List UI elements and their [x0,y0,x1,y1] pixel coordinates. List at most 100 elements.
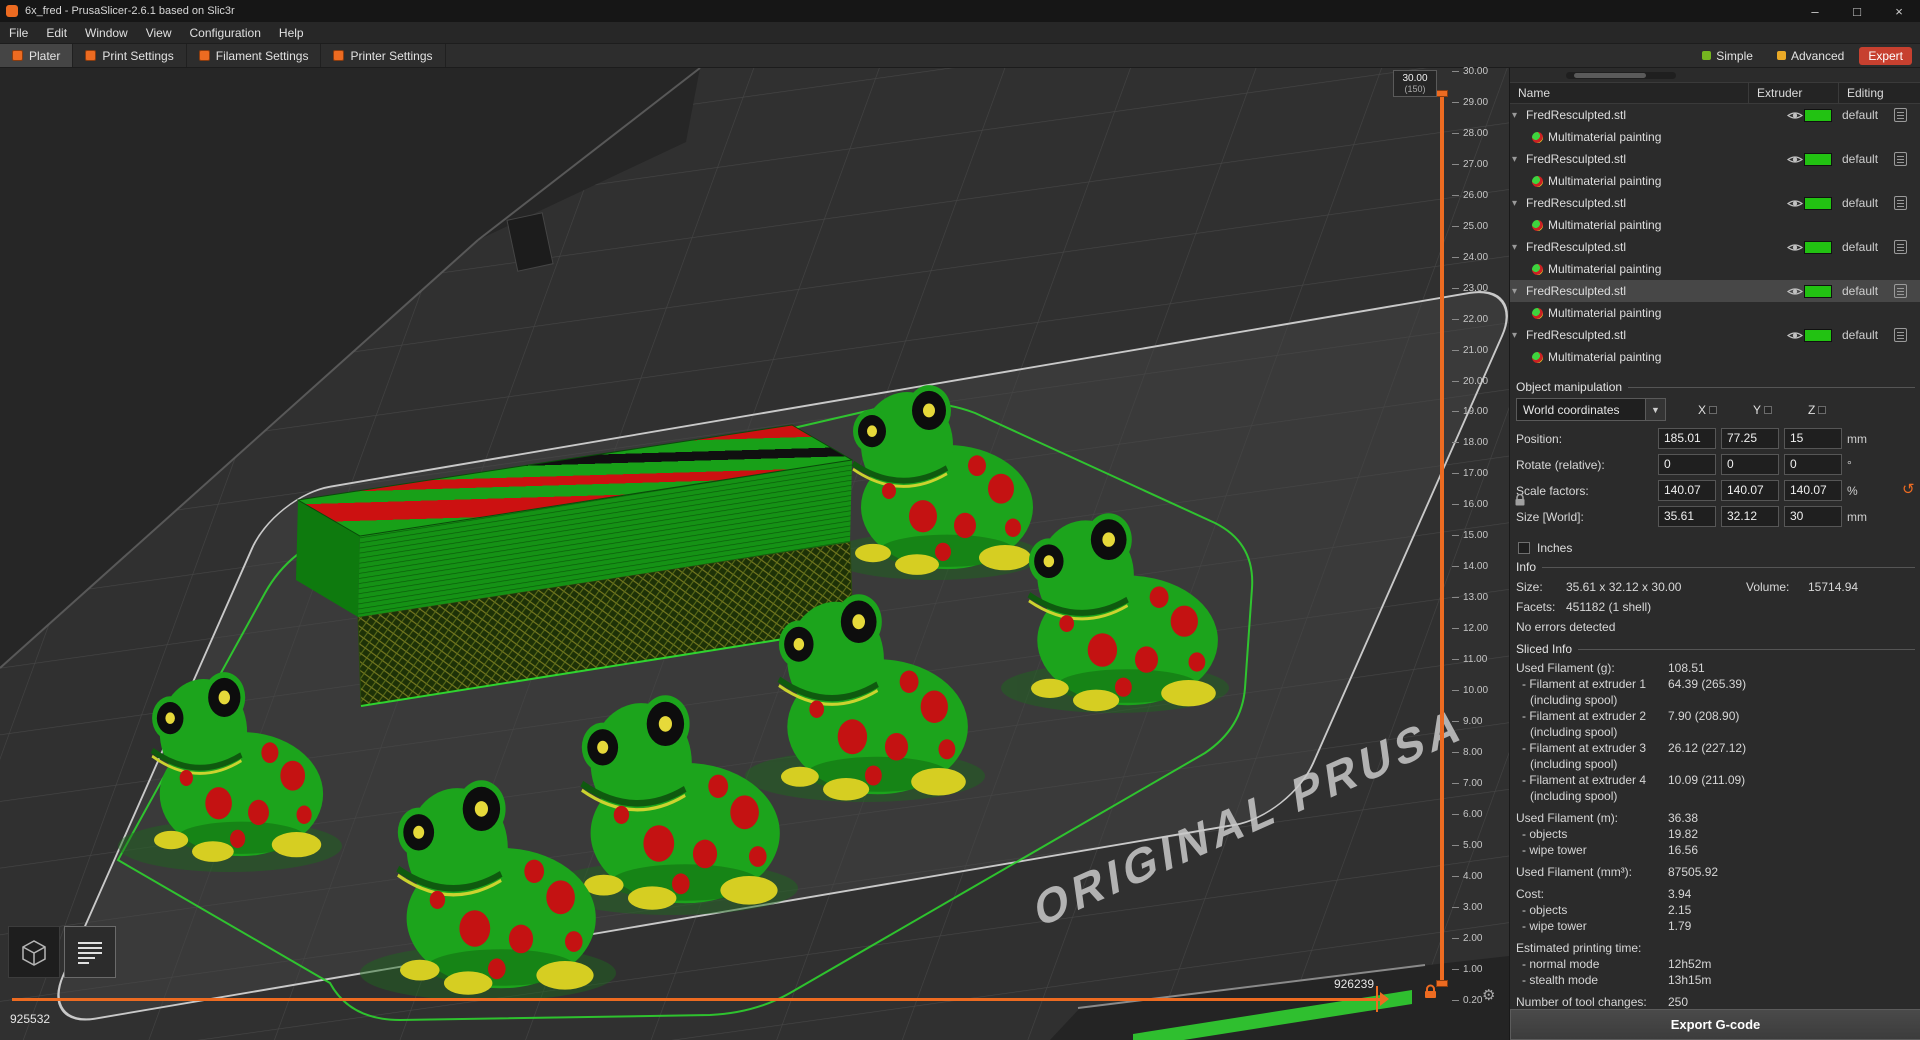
moves-slider-tick[interactable] [1376,986,1378,1012]
inches-checkbox[interactable] [1518,542,1530,554]
extruder-swatch[interactable] [1804,108,1832,122]
gear-icon[interactable]: ⚙ [1482,986,1495,1004]
object-list-scrollbar[interactable] [1566,72,1676,79]
x-value-field[interactable]: 0 [1658,454,1716,475]
y-value-field[interactable]: 0 [1721,454,1779,475]
extruder-value[interactable]: default [1842,284,1894,298]
editing-icon[interactable] [1894,284,1907,298]
ruler-tick: 21.00 [1452,345,1504,356]
expander-icon[interactable]: ▾ [1512,154,1526,165]
expander-icon[interactable]: ▾ [1512,110,1526,121]
chevron-down-icon[interactable]: ▼ [1645,399,1665,420]
settings-tab[interactable]: Printer Settings [321,44,446,67]
z-value-field[interactable]: 15 [1784,428,1842,449]
eye-icon[interactable] [1786,198,1804,209]
menu-item[interactable]: Help [270,22,313,44]
axis-toggle[interactable] [1764,405,1773,414]
z-value-field[interactable]: 0 [1784,454,1842,475]
layer-slider-upper-handle[interactable] [1436,90,1448,97]
3d-view-button[interactable] [8,926,60,978]
object-row[interactable]: ▾ FredResculpted.stl default [1510,236,1920,258]
x-value-field[interactable]: 35.61 [1658,506,1716,527]
expander-icon[interactable]: ▾ [1512,198,1526,209]
column-editing[interactable]: Editing [1839,83,1920,103]
object-row[interactable]: ▾ FredResculpted.stl default [1510,192,1920,214]
3d-viewport[interactable]: ORIGINAL PRUSA [0,68,1509,1040]
column-name[interactable]: Name [1510,83,1749,103]
object-name: Multimaterial painting [1548,174,1662,188]
sliced-info-row: - Filament at extruder 3 26.12 (227.12) [1522,741,1747,755]
extruder-value[interactable]: default [1842,196,1894,210]
column-extruder[interactable]: Extruder [1749,83,1839,103]
object-row[interactable]: ▾ Multimaterial painting [1510,170,1920,192]
ruler-tick: 13.00 [1452,592,1504,603]
x-value-field[interactable]: 185.01 [1658,428,1716,449]
settings-tab[interactable]: Filament Settings [187,44,322,67]
lock-icon[interactable] [1424,984,1437,1002]
extruder-swatch[interactable] [1804,328,1832,342]
extruder-value[interactable]: default [1842,328,1894,342]
object-row[interactable]: ▾ Multimaterial painting [1510,302,1920,324]
extruder-swatch[interactable] [1804,152,1832,166]
z-value-field[interactable]: 140.07 [1784,480,1842,501]
extruder-value[interactable]: default [1842,240,1894,254]
editing-icon[interactable] [1894,152,1907,166]
coordinates-select[interactable]: World coordinates ▼ [1516,398,1666,421]
layer-slider[interactable] [1436,90,1448,987]
reset-scale-icon[interactable]: ↺ [1902,480,1915,498]
object-row[interactable]: ▾ FredResculpted.stl default [1510,280,1920,302]
expander-icon[interactable]: ▾ [1512,286,1526,297]
moves-slider[interactable] [12,998,1382,1001]
y-value-field[interactable]: 140.07 [1721,480,1779,501]
layers-view-button[interactable] [64,926,116,978]
eye-icon[interactable] [1786,110,1804,121]
object-row[interactable]: ▾ Multimaterial painting [1510,258,1920,280]
z-value-field[interactable]: 30 [1784,506,1842,527]
object-row[interactable]: ▾ Multimaterial painting [1510,214,1920,236]
mode-button[interactable]: Expert [1859,46,1912,65]
object-row[interactable]: ▾ FredResculpted.stl default [1510,324,1920,346]
extruder-value[interactable]: default [1842,108,1894,122]
eye-icon[interactable] [1786,154,1804,165]
axis-toggle[interactable] [1709,405,1718,414]
minimize-button[interactable]: – [1794,0,1836,22]
expander-icon[interactable]: ▾ [1512,330,1526,341]
settings-tab[interactable]: Plater [0,44,74,67]
uniform-scale-lock-icon[interactable] [1514,493,1526,510]
menu-item[interactable]: Configuration [181,22,270,44]
extruder-swatch[interactable] [1804,284,1832,298]
mode-button[interactable]: Advanced [1768,47,1853,65]
editing-icon[interactable] [1894,108,1907,122]
multimaterial-painting-icon [1532,175,1543,187]
eye-icon[interactable] [1786,242,1804,253]
axis-toggle[interactable] [1818,405,1827,414]
menu-item[interactable]: Window [76,22,137,44]
object-row[interactable]: ▾ Multimaterial painting [1510,346,1920,368]
moves-slider-max-label: 926239 [1333,977,1374,991]
extruder-swatch[interactable] [1804,240,1832,254]
extruder-swatch[interactable] [1804,196,1832,210]
extruder-value[interactable]: default [1842,152,1894,166]
x-value-field[interactable]: 140.07 [1658,480,1716,501]
eye-icon[interactable] [1786,286,1804,297]
object-row[interactable]: ▾ FredResculpted.stl default [1510,104,1920,126]
object-row[interactable]: ▾ Multimaterial painting [1510,126,1920,148]
editing-icon[interactable] [1894,240,1907,254]
editing-icon[interactable] [1894,196,1907,210]
moves-slider-handle[interactable] [1380,992,1389,1006]
menu-item[interactable]: Edit [37,22,76,44]
mode-button[interactable]: Simple [1693,47,1762,65]
expander-icon[interactable]: ▾ [1512,242,1526,253]
object-row[interactable]: ▾ FredResculpted.stl default [1510,148,1920,170]
layer-slider-lower-handle[interactable] [1436,980,1448,987]
menu-item[interactable]: View [137,22,181,44]
close-button[interactable]: × [1878,0,1920,22]
maximize-button[interactable]: □ [1836,0,1878,22]
y-value-field[interactable]: 32.12 [1721,506,1779,527]
settings-tab[interactable]: Print Settings [73,44,187,67]
y-value-field[interactable]: 77.25 [1721,428,1779,449]
export-gcode-button[interactable]: Export G-code [1510,1009,1920,1040]
menu-item[interactable]: File [0,22,37,44]
editing-icon[interactable] [1894,328,1907,342]
eye-icon[interactable] [1786,330,1804,341]
